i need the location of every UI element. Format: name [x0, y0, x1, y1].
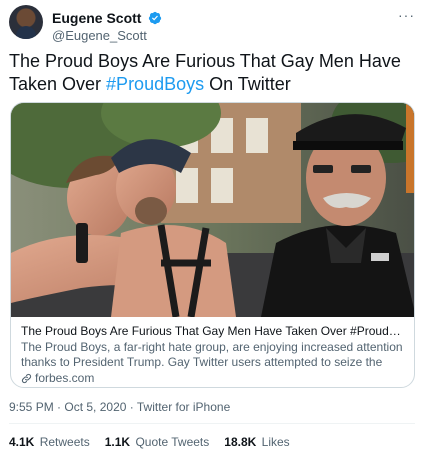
tweet-text: The Proud Boys Are Furious That Gay Men …: [9, 50, 414, 96]
likes-label: Likes: [261, 435, 290, 449]
tweet-header: Eugene Scott @Eugene_Scott ···: [9, 5, 415, 45]
card-photo: [11, 103, 414, 317]
verified-badge-icon: [148, 11, 162, 24]
tweet-text-after: On Twitter: [204, 74, 291, 94]
likes-stat[interactable]: 18.8K Likes: [224, 435, 289, 449]
card-domain-text: forbes.com: [35, 371, 95, 385]
tweet-client[interactable]: Twitter for iPhone: [137, 400, 230, 414]
card-domain: forbes.com: [21, 371, 404, 386]
retweets-count: 4.1K: [9, 435, 35, 449]
card-image[interactable]: [11, 103, 414, 317]
tweet: Eugene Scott @Eugene_Scott ··· The Proud…: [0, 0, 425, 457]
author-name[interactable]: Eugene Scott: [52, 10, 141, 26]
card-title[interactable]: The Proud Boys Are Furious That Gay Men …: [21, 323, 404, 339]
avatar[interactable]: [9, 5, 43, 39]
meta-separator: ·: [53, 400, 65, 414]
tweet-date[interactable]: Oct 5, 2020: [64, 400, 126, 414]
author-block[interactable]: Eugene Scott @Eugene_Scott: [52, 9, 162, 44]
quote-tweets-stat[interactable]: 1.1K Quote Tweets: [105, 435, 210, 449]
tweet-timestamp: 9:55 PM · Oct 5, 2020 · Twitter for iPho…: [9, 400, 230, 414]
retweets-stat[interactable]: 4.1K Retweets: [9, 435, 90, 449]
hashtag-link[interactable]: #ProudBoys: [106, 74, 204, 94]
meta-separator: ·: [126, 400, 137, 414]
link-card[interactable]: The Proud Boys Are Furious That Gay Men …: [10, 102, 415, 388]
retweets-label: Retweets: [39, 435, 90, 449]
card-description: The Proud Boys, a far-right hate group, …: [21, 340, 403, 369]
link-icon: [21, 373, 32, 384]
quote-tweets-label: Quote Tweets: [135, 435, 210, 449]
tweet-time[interactable]: 9:55 PM: [9, 400, 54, 414]
engagement-stats: 4.1K Retweets 1.1K Quote Tweets 18.8K Li…: [9, 435, 290, 449]
author-handle[interactable]: @Eugene_Scott: [52, 28, 162, 44]
divider: [9, 423, 415, 424]
likes-count: 18.8K: [224, 435, 257, 449]
more-options-icon[interactable]: ···: [398, 8, 415, 22]
card-meta: The Proud Boys Are Furious That Gay Men …: [11, 317, 414, 386]
quote-tweets-count: 1.1K: [104, 435, 131, 449]
